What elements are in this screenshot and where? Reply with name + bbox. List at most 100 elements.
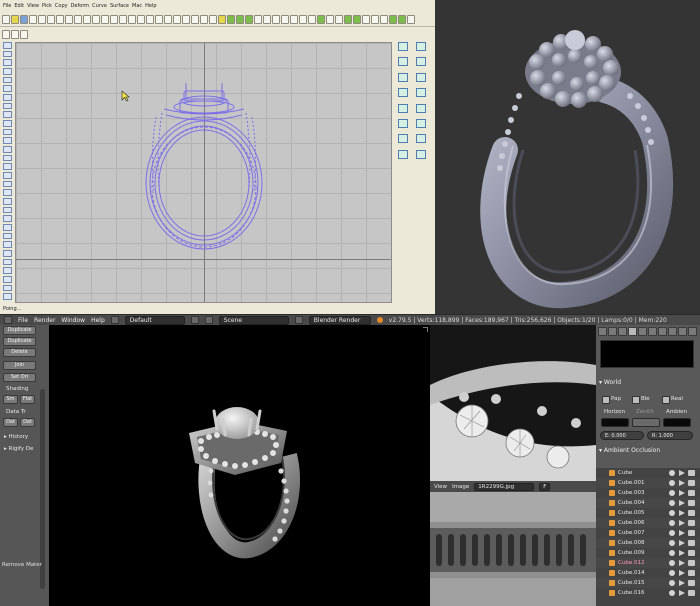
render-icon[interactable] bbox=[326, 14, 334, 24]
visibility-eye-icon[interactable] bbox=[669, 530, 675, 536]
print-icon[interactable] bbox=[29, 14, 37, 24]
prong-tool-icon[interactable] bbox=[416, 88, 426, 98]
render-camera-icon[interactable] bbox=[688, 480, 695, 486]
revolve-tool-icon[interactable] bbox=[3, 198, 12, 205]
split-tool-icon[interactable] bbox=[3, 146, 12, 153]
duplicate-linked-button[interactable]: Duplicate bbox=[3, 337, 36, 346]
exposure-field[interactable]: E: 0.000 bbox=[600, 431, 644, 440]
object-tab-icon[interactable] bbox=[638, 327, 647, 336]
trim-tool-icon[interactable] bbox=[3, 137, 12, 145]
screen-layout-icon[interactable] bbox=[110, 316, 119, 324]
bezel-tool-icon[interactable] bbox=[398, 103, 408, 113]
menu-window[interactable]: Window bbox=[61, 317, 85, 324]
cad-menu-curve[interactable]: Curve bbox=[92, 3, 107, 9]
new-file-icon[interactable] bbox=[2, 14, 10, 24]
selectability-arrow-icon[interactable] bbox=[679, 560, 685, 566]
render-camera-icon[interactable] bbox=[688, 520, 695, 526]
screen-layout-select[interactable]: Default bbox=[124, 315, 185, 325]
polyline-tool-icon[interactable] bbox=[3, 59, 12, 67]
visibility-eye-icon[interactable] bbox=[669, 520, 675, 526]
point-tool-icon[interactable] bbox=[3, 42, 12, 49]
arc-tool-icon[interactable] bbox=[3, 85, 12, 93]
copy-icon[interactable] bbox=[47, 14, 55, 24]
fillet-tool-icon[interactable] bbox=[3, 120, 12, 127]
delete-button[interactable]: Delete bbox=[3, 348, 36, 357]
visibility-eye-icon[interactable] bbox=[669, 490, 675, 496]
shank-tool-icon[interactable] bbox=[416, 103, 426, 113]
image-name-field[interactable]: 1R2299G.jpg bbox=[474, 482, 535, 491]
scene-icon[interactable] bbox=[204, 316, 213, 324]
visibility-eye-icon[interactable] bbox=[669, 560, 675, 566]
remove-material-operator[interactable]: Remove Mater bbox=[2, 562, 42, 568]
taper-icon[interactable] bbox=[416, 134, 426, 144]
render-camera-icon[interactable] bbox=[688, 570, 695, 576]
visibility-eye-icon[interactable] bbox=[669, 470, 675, 476]
zoom-all-icon[interactable] bbox=[308, 14, 316, 24]
paste-icon[interactable] bbox=[56, 14, 64, 24]
project-icon[interactable] bbox=[398, 72, 408, 82]
sphere-icon[interactable] bbox=[128, 14, 136, 24]
flow-along-icon[interactable] bbox=[398, 118, 408, 128]
snap-icon[interactable] bbox=[137, 14, 145, 24]
sphere-tool-icon[interactable] bbox=[3, 224, 12, 231]
rectangle-tool-icon[interactable] bbox=[3, 102, 12, 110]
mirror-icon[interactable] bbox=[344, 14, 352, 24]
arrow-down-icon[interactable] bbox=[317, 14, 325, 24]
cad-menu-file[interactable]: File bbox=[3, 3, 11, 9]
data-transfer-button[interactable]: Dat bbox=[3, 418, 18, 427]
cad-menu-mac[interactable]: Mac bbox=[132, 3, 142, 9]
bend-icon[interactable] bbox=[416, 118, 426, 128]
gem-tool-icon[interactable] bbox=[398, 88, 408, 98]
outliner-row[interactable]: Cube.004 bbox=[596, 498, 700, 508]
render-preview-icon[interactable] bbox=[335, 14, 343, 24]
selectability-arrow-icon[interactable] bbox=[679, 500, 685, 506]
data-tab-icon[interactable] bbox=[668, 327, 677, 336]
visibility-eye-icon[interactable] bbox=[669, 540, 675, 546]
selectability-arrow-icon[interactable] bbox=[679, 570, 685, 576]
selectability-arrow-icon[interactable] bbox=[679, 470, 685, 476]
cursor-icon[interactable] bbox=[2, 29, 10, 39]
twist-icon[interactable] bbox=[398, 134, 408, 144]
add-scene-icon[interactable] bbox=[294, 316, 303, 324]
render-camera-icon[interactable] bbox=[688, 530, 695, 536]
cad-front-viewport[interactable] bbox=[15, 42, 392, 303]
outliner-row[interactable]: Cube.014 bbox=[596, 568, 700, 578]
dimension-tool-icon[interactable] bbox=[3, 284, 12, 292]
real-sky-checkbox[interactable]: Real bbox=[662, 395, 683, 404]
box-tool-icon[interactable] bbox=[3, 215, 12, 223]
polygon-tool-icon[interactable] bbox=[3, 111, 12, 119]
image-menu-image[interactable]: Image bbox=[452, 484, 469, 490]
undo-view-icon[interactable] bbox=[11, 29, 19, 39]
boolean-difference-icon[interactable] bbox=[3, 250, 12, 257]
undo-icon[interactable] bbox=[65, 14, 73, 24]
editor-type-icon[interactable] bbox=[4, 316, 12, 324]
outliner-row[interactable]: Cube.006 bbox=[596, 518, 700, 528]
visibility-eye-icon[interactable] bbox=[669, 590, 675, 596]
selectability-arrow-icon[interactable] bbox=[679, 530, 685, 536]
outliner-row[interactable]: Cube.015 bbox=[596, 578, 700, 588]
zoom-in-icon[interactable] bbox=[263, 14, 271, 24]
menu-help[interactable]: Help bbox=[91, 317, 105, 324]
history-panel-header[interactable]: ▸ History bbox=[4, 434, 28, 440]
selectability-arrow-icon[interactable] bbox=[679, 580, 685, 586]
texture-tab-icon[interactable] bbox=[688, 327, 697, 336]
sweep-tool-icon[interactable] bbox=[3, 189, 12, 197]
redo-icon[interactable] bbox=[74, 14, 82, 24]
point-edit-icon[interactable] bbox=[398, 57, 408, 67]
move-icon[interactable] bbox=[101, 14, 109, 24]
fake-user-toggle[interactable]: F bbox=[539, 482, 551, 491]
offset-tool-icon[interactable] bbox=[3, 128, 12, 136]
extrude-tool-icon[interactable] bbox=[3, 206, 12, 214]
render-camera-icon[interactable] bbox=[688, 560, 695, 566]
blender-3d-viewport[interactable] bbox=[49, 325, 430, 606]
arrow-left-icon[interactable] bbox=[236, 14, 244, 24]
render-camera-icon[interactable] bbox=[688, 550, 695, 556]
join-button[interactable]: Join bbox=[3, 361, 36, 370]
scene-tab-icon[interactable] bbox=[618, 327, 627, 336]
refresh-icon[interactable] bbox=[389, 14, 397, 24]
zoom-window-icon[interactable] bbox=[281, 14, 289, 24]
render-camera-icon[interactable] bbox=[688, 490, 695, 496]
render-engine-select[interactable]: Blender Render bbox=[308, 315, 371, 325]
render-tool-icon[interactable] bbox=[398, 42, 408, 51]
flip-icon[interactable] bbox=[353, 14, 361, 24]
